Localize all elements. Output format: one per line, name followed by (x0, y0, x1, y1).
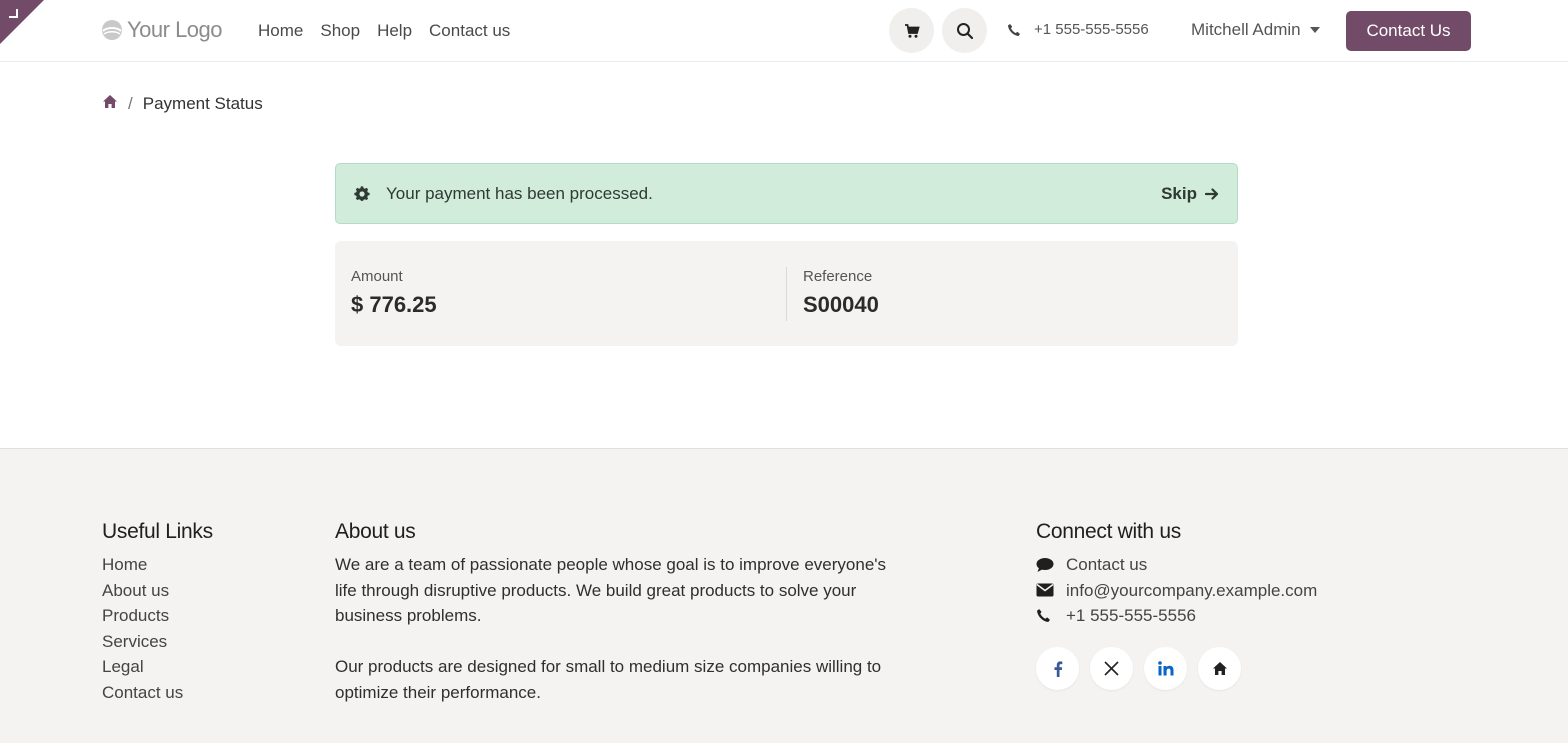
logo-mark-icon (102, 20, 122, 40)
contact-us-button[interactable]: Contact Us (1346, 11, 1471, 51)
reference-value: S00040 (803, 292, 879, 317)
reference-block: Reference S00040 (803, 267, 879, 319)
nav-contact-us[interactable]: Contact us (429, 20, 510, 42)
logo-text: Your Logo (127, 17, 223, 42)
home-icon (1212, 662, 1227, 675)
linkedin-icon (1157, 661, 1173, 676)
footer-link-legal[interactable]: Legal (102, 657, 144, 676)
footer-link-services[interactable]: Services (102, 632, 167, 651)
connect-section: Connect with us Contact us info@yourcomp… (1036, 519, 1317, 690)
user-menu-dropdown[interactable]: Mitchell Admin (1191, 20, 1320, 40)
footer-link-home[interactable]: Home (102, 555, 147, 574)
phone-icon (1008, 23, 1020, 36)
footer-link-products[interactable]: Products (102, 606, 169, 625)
skip-label: Skip (1161, 183, 1197, 203)
x-twitter-link[interactable] (1090, 647, 1133, 690)
gear-icon (354, 185, 370, 201)
linkedin-link[interactable] (1144, 647, 1187, 690)
chevron-down-icon (1309, 27, 1320, 33)
editor-corner-toggle[interactable] (0, 0, 44, 44)
cart-button[interactable] (889, 8, 934, 53)
header-phone-text: +1 555-555-5556 (1034, 21, 1149, 38)
connect-phone-link[interactable]: +1 555-555-5556 (1066, 603, 1196, 629)
social-links (1036, 647, 1241, 690)
header-phone-link[interactable]: +1 555-555-5556 (1007, 21, 1149, 38)
about-paragraph: We are a team of passionate people whose… (335, 555, 887, 625)
home-link[interactable] (1198, 647, 1241, 690)
footer-link-contact-us[interactable]: Contact us (102, 683, 183, 702)
connect-email-link[interactable]: info@yourcompany.example.com (1066, 578, 1317, 604)
about-paragraph: Our products are designed for small to m… (335, 657, 882, 702)
x-twitter-icon (1104, 661, 1119, 676)
about-us-section: About us We are a team of passionate peo… (335, 519, 895, 705)
cart-icon (904, 23, 920, 38)
breadcrumb-current: Payment Status (142, 94, 263, 113)
useful-links-title: Useful Links (102, 520, 213, 543)
amount-block: Amount $ 776.25 (351, 267, 437, 319)
connect-title: Connect with us (1036, 520, 1181, 543)
connect-item: +1 555-555-5556 (1036, 603, 1317, 629)
breadcrumb-home-link[interactable] (102, 94, 118, 114)
arrow-right-icon (1205, 187, 1219, 200)
payment-status-message: Your payment has been processed. (386, 183, 653, 203)
site-logo[interactable]: Your Logo (101, 17, 223, 43)
skip-link[interactable]: Skip (1161, 184, 1219, 204)
connect-item: Contact us (1036, 552, 1317, 578)
amount-value: $ 776.25 (351, 292, 437, 317)
payment-summary-card: Amount $ 776.25 Reference S00040 (335, 241, 1238, 346)
reference-label: Reference (803, 268, 873, 285)
top-navbar: Your Logo Home Shop Help Contact us +1 5… (0, 0, 1568, 62)
nav-home[interactable]: Home (258, 20, 303, 42)
connect-list: Contact us info@yourcompany.example.com (1036, 552, 1317, 629)
footer-link-about-us[interactable]: About us (102, 581, 169, 600)
facebook-link[interactable] (1036, 647, 1079, 690)
nav-shop[interactable]: Shop (320, 20, 360, 42)
comment-icon (1036, 557, 1054, 572)
about-us-title: About us (335, 520, 416, 543)
site-footer: Useful Links Home About us Products Serv… (0, 448, 1568, 743)
home-icon (103, 95, 117, 108)
payment-status-alert: Your payment has been processed. Skip (335, 163, 1238, 224)
amount-label: Amount (351, 268, 403, 285)
user-name: Mitchell Admin (1191, 20, 1301, 39)
main-nav: Home Shop Help Contact us (258, 20, 510, 42)
phone-icon (1037, 609, 1050, 623)
search-icon (956, 22, 973, 39)
nav-help[interactable]: Help (377, 20, 412, 42)
facebook-icon (1054, 660, 1062, 677)
search-button[interactable] (942, 8, 987, 53)
useful-links-section: Useful Links Home About us Products Serv… (102, 519, 213, 705)
summary-divider (786, 267, 787, 321)
useful-links-list: Home About us Products Services Legal Co… (102, 552, 213, 705)
connect-item: info@yourcompany.example.com (1036, 578, 1317, 604)
breadcrumb-separator: / (128, 94, 133, 113)
corner-arrow-icon (0, 0, 44, 44)
breadcrumb: / Payment Status (102, 94, 263, 114)
connect-contact-us-link[interactable]: Contact us (1066, 552, 1147, 578)
envelope-icon (1036, 583, 1054, 597)
